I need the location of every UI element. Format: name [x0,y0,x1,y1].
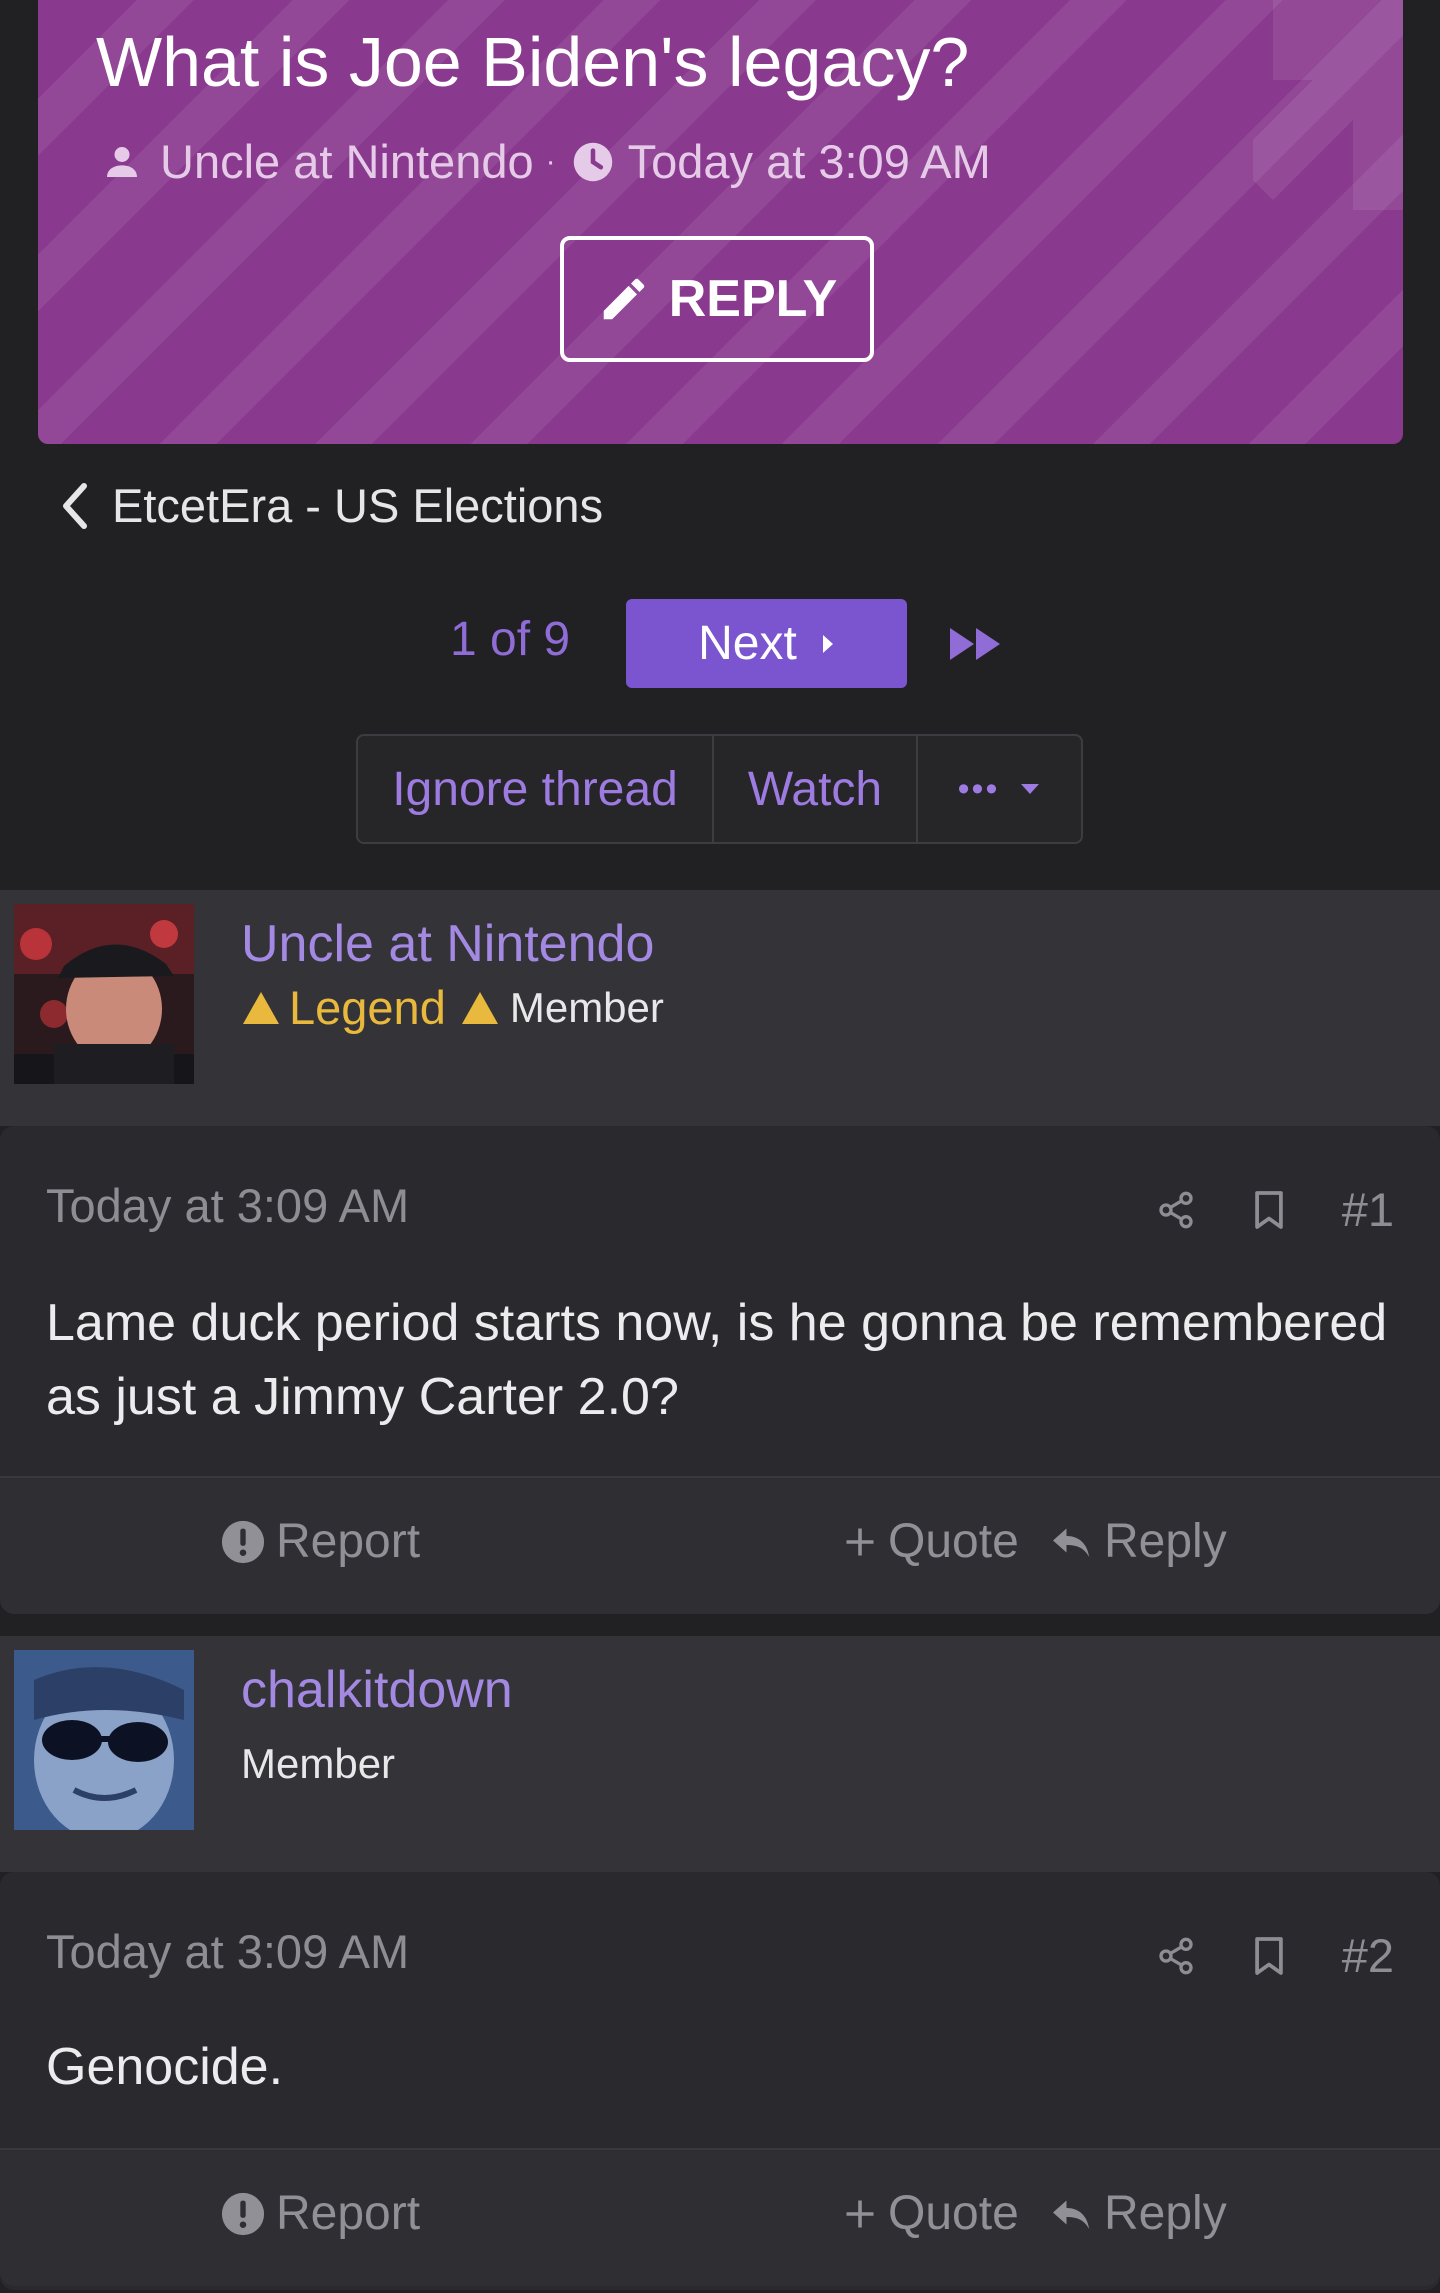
user-icon [107,146,137,177]
last-page-icon[interactable] [948,626,1002,662]
pencil-icon [603,278,644,320]
banner-arrow-decoration [1253,0,1403,210]
post-number[interactable]: #1 [1342,1182,1394,1237]
post-tools: #1 [1156,1182,1394,1237]
share-icon[interactable] [1156,1189,1196,1231]
legend-badge: Legend [289,981,446,1034]
ignore-thread-button[interactable]: Ignore thread [358,736,714,842]
breadcrumb-label: EtcetEra - US Elections [112,479,604,532]
page-indicator[interactable]: 1 of 9 [450,612,570,667]
next-page-button[interactable]: Next [626,599,907,688]
plus-icon [846,2200,874,2227]
warning-triangle-icon [461,991,498,1024]
avatar-image [14,904,194,1084]
caret-down-icon [1021,784,1040,794]
post-card: Today at 3:09 AM #1 Lame duck period sta… [0,1126,1440,1614]
meta-separator: · [545,144,556,178]
post-time[interactable]: Today at 3:09 AM [46,1924,409,1979]
report-label: Report [276,2187,421,2240]
reply-button[interactable]: REPLY [560,236,874,362]
user-title: Legend Member [241,980,664,1035]
reply-arrow-icon [1053,1528,1089,1557]
bookmark-icon[interactable] [1252,1935,1286,1977]
quote-label: Quote [888,1515,1019,1568]
alert-circle-icon [221,2192,265,2235]
thread-actions: Ignore thread Watch ••• [356,734,1083,844]
thread-title: What is Joe Biden's legacy? [96,23,970,101]
plus-icon [846,1528,874,1555]
quote-button[interactable]: Quote [842,1514,1019,1569]
watch-button[interactable]: Watch [714,736,918,842]
alert-circle-icon [221,1520,265,1563]
user-role: Member [509,983,664,1031]
quote-label: Quote [888,2187,1019,2240]
reply-label: Reply [1104,2187,1227,2240]
post-body: Lame duck period starts now, is he gonna… [46,1294,1388,1426]
thread-header-banner: What is Joe Biden's legacy? Uncle at Nin… [38,0,1403,444]
user-title: Member [241,1740,395,1788]
reply-post-button[interactable]: Reply [1050,2186,1227,2241]
warning-triangle-icon [243,991,279,1024]
post-footer: Report Quote Reply [0,2148,1440,2286]
reply-button-label: REPLY [668,270,838,328]
post-username[interactable]: chalkitdown [241,1660,513,1720]
next-page-label: Next [698,617,797,670]
reply-arrow-icon [1053,2200,1089,2229]
thread-meta: Uncle at Nintendo · Today at 3:09 AM [102,134,991,189]
avatar[interactable] [14,904,194,1084]
post-card: Today at 3:09 AM #2 Genocide. Report Quo… [0,1872,1440,2290]
thread-time[interactable]: Today at 3:09 AM [628,134,991,189]
post-body: Genocide. [46,2038,284,2096]
chevron-left-icon [63,482,87,529]
post-number[interactable]: #2 [1342,1928,1394,1983]
avatar-image [14,1650,194,1830]
report-button[interactable]: Report [220,1514,420,1569]
clock-icon [573,142,612,181]
post-time[interactable]: Today at 3:09 AM [46,1178,409,1233]
share-icon[interactable] [1156,1935,1196,1977]
post-username[interactable]: Uncle at Nintendo [241,914,654,974]
post-footer: Report Quote Reply [0,1476,1440,1614]
post-author-bar: Uncle at Nintendo Legend Member [0,890,1440,1126]
bookmark-icon[interactable] [1252,1189,1286,1231]
reply-post-button[interactable]: Reply [1050,1514,1227,1569]
report-label: Report [276,1515,421,1568]
more-options-button[interactable]: ••• [918,736,1081,842]
report-button[interactable]: Report [220,2186,420,2241]
more-dots-icon: ••• [957,769,1000,808]
caret-right-icon [822,634,833,653]
post-author-bar: chalkitdown Member [0,1636,1440,1872]
thread-author-link[interactable]: Uncle at Nintendo [160,134,534,189]
breadcrumb[interactable]: EtcetEra - US Elections [60,478,603,533]
reply-label: Reply [1104,1515,1227,1568]
quote-button[interactable]: Quote [842,2186,1019,2241]
avatar[interactable] [14,1650,194,1830]
user-role: Member [241,1740,396,1787]
post-tools: #2 [1156,1928,1394,1983]
